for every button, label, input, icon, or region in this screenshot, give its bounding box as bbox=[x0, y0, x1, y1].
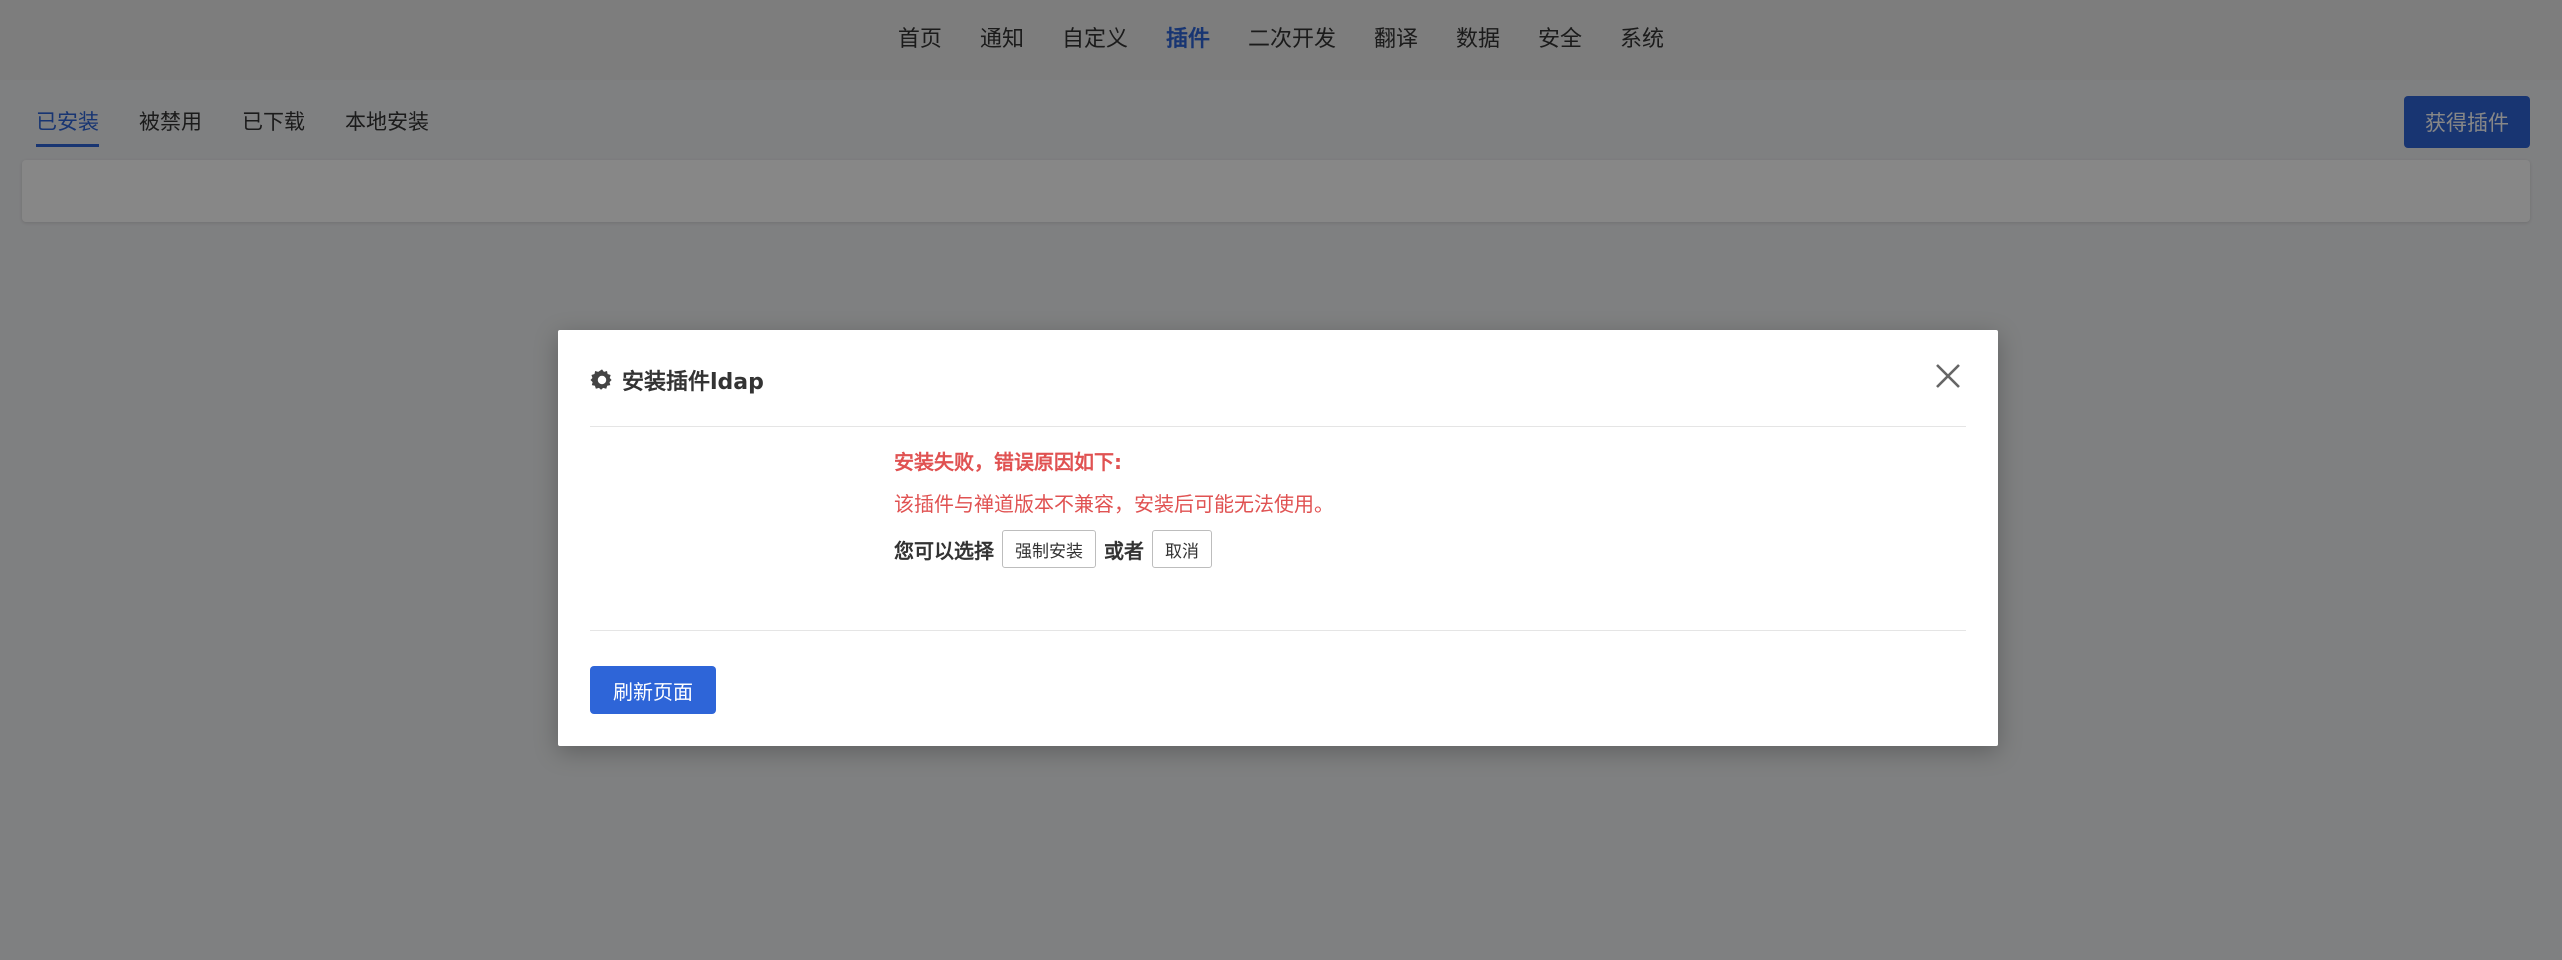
error-title: 安装失败，错误原因如下: bbox=[894, 450, 1122, 474]
choice-prefix: 您可以选择 bbox=[894, 538, 994, 563]
gear-icon bbox=[590, 368, 614, 392]
page: 首页 通知 自定义 插件 二次开发 翻译 数据 安全 系统 已安装 被禁用 已下… bbox=[0, 0, 2562, 960]
dialog-body: 安装失败，错误原因如下: 该插件与禅道版本不兼容，安装后可能无法使用。 您可以选… bbox=[894, 448, 1894, 568]
error-detail: 该插件与禅道版本不兼容，安装后可能无法使用。 bbox=[894, 492, 1334, 516]
dialog-title-text: 安装插件ldap bbox=[622, 370, 764, 395]
install-plugin-dialog: 安装插件ldap 安装失败，错误原因如下: 该插件与禅道版本不兼容，安装后可能无… bbox=[558, 330, 1998, 746]
dialog-header: 安装插件ldap bbox=[590, 330, 1966, 427]
refresh-page-button[interactable]: 刷新页面 bbox=[590, 666, 716, 714]
close-icon[interactable] bbox=[1930, 358, 1966, 394]
dialog-title: 安装插件ldap bbox=[590, 364, 764, 396]
cancel-button[interactable]: 取消 bbox=[1152, 530, 1212, 568]
choice-row: 您可以选择 强制安装 或者 取消 bbox=[894, 530, 1894, 568]
dialog-divider bbox=[590, 630, 1966, 631]
choice-or: 或者 bbox=[1104, 538, 1144, 563]
force-install-button[interactable]: 强制安装 bbox=[1002, 530, 1096, 568]
